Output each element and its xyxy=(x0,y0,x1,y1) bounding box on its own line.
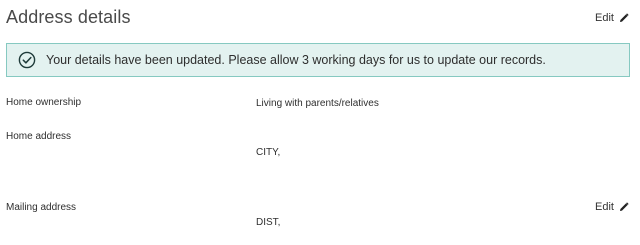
home-address-value: CITY, xyxy=(256,147,281,158)
mailing-address-value: DIST, xyxy=(256,217,281,228)
home-ownership-label: Home ownership xyxy=(6,97,82,108)
edit-mailing-address-button[interactable]: Edit xyxy=(595,201,629,213)
home-ownership-value: Living with parents/relatives xyxy=(256,98,379,109)
home-address-label: Home address xyxy=(6,131,72,142)
success-banner: Your details have been updated. Please a… xyxy=(6,43,630,77)
edit-label: Edit xyxy=(595,12,614,24)
banner-message: Your details have been updated. Please a… xyxy=(46,53,546,67)
mailing-address-label: Mailing address xyxy=(6,202,77,213)
check-circle-icon xyxy=(18,51,36,69)
edit-address-details-button[interactable]: Edit xyxy=(595,12,629,24)
pencil-icon xyxy=(619,202,629,212)
pencil-icon xyxy=(619,13,629,23)
section-title: Address details xyxy=(6,7,131,27)
edit-label: Edit xyxy=(595,201,614,213)
